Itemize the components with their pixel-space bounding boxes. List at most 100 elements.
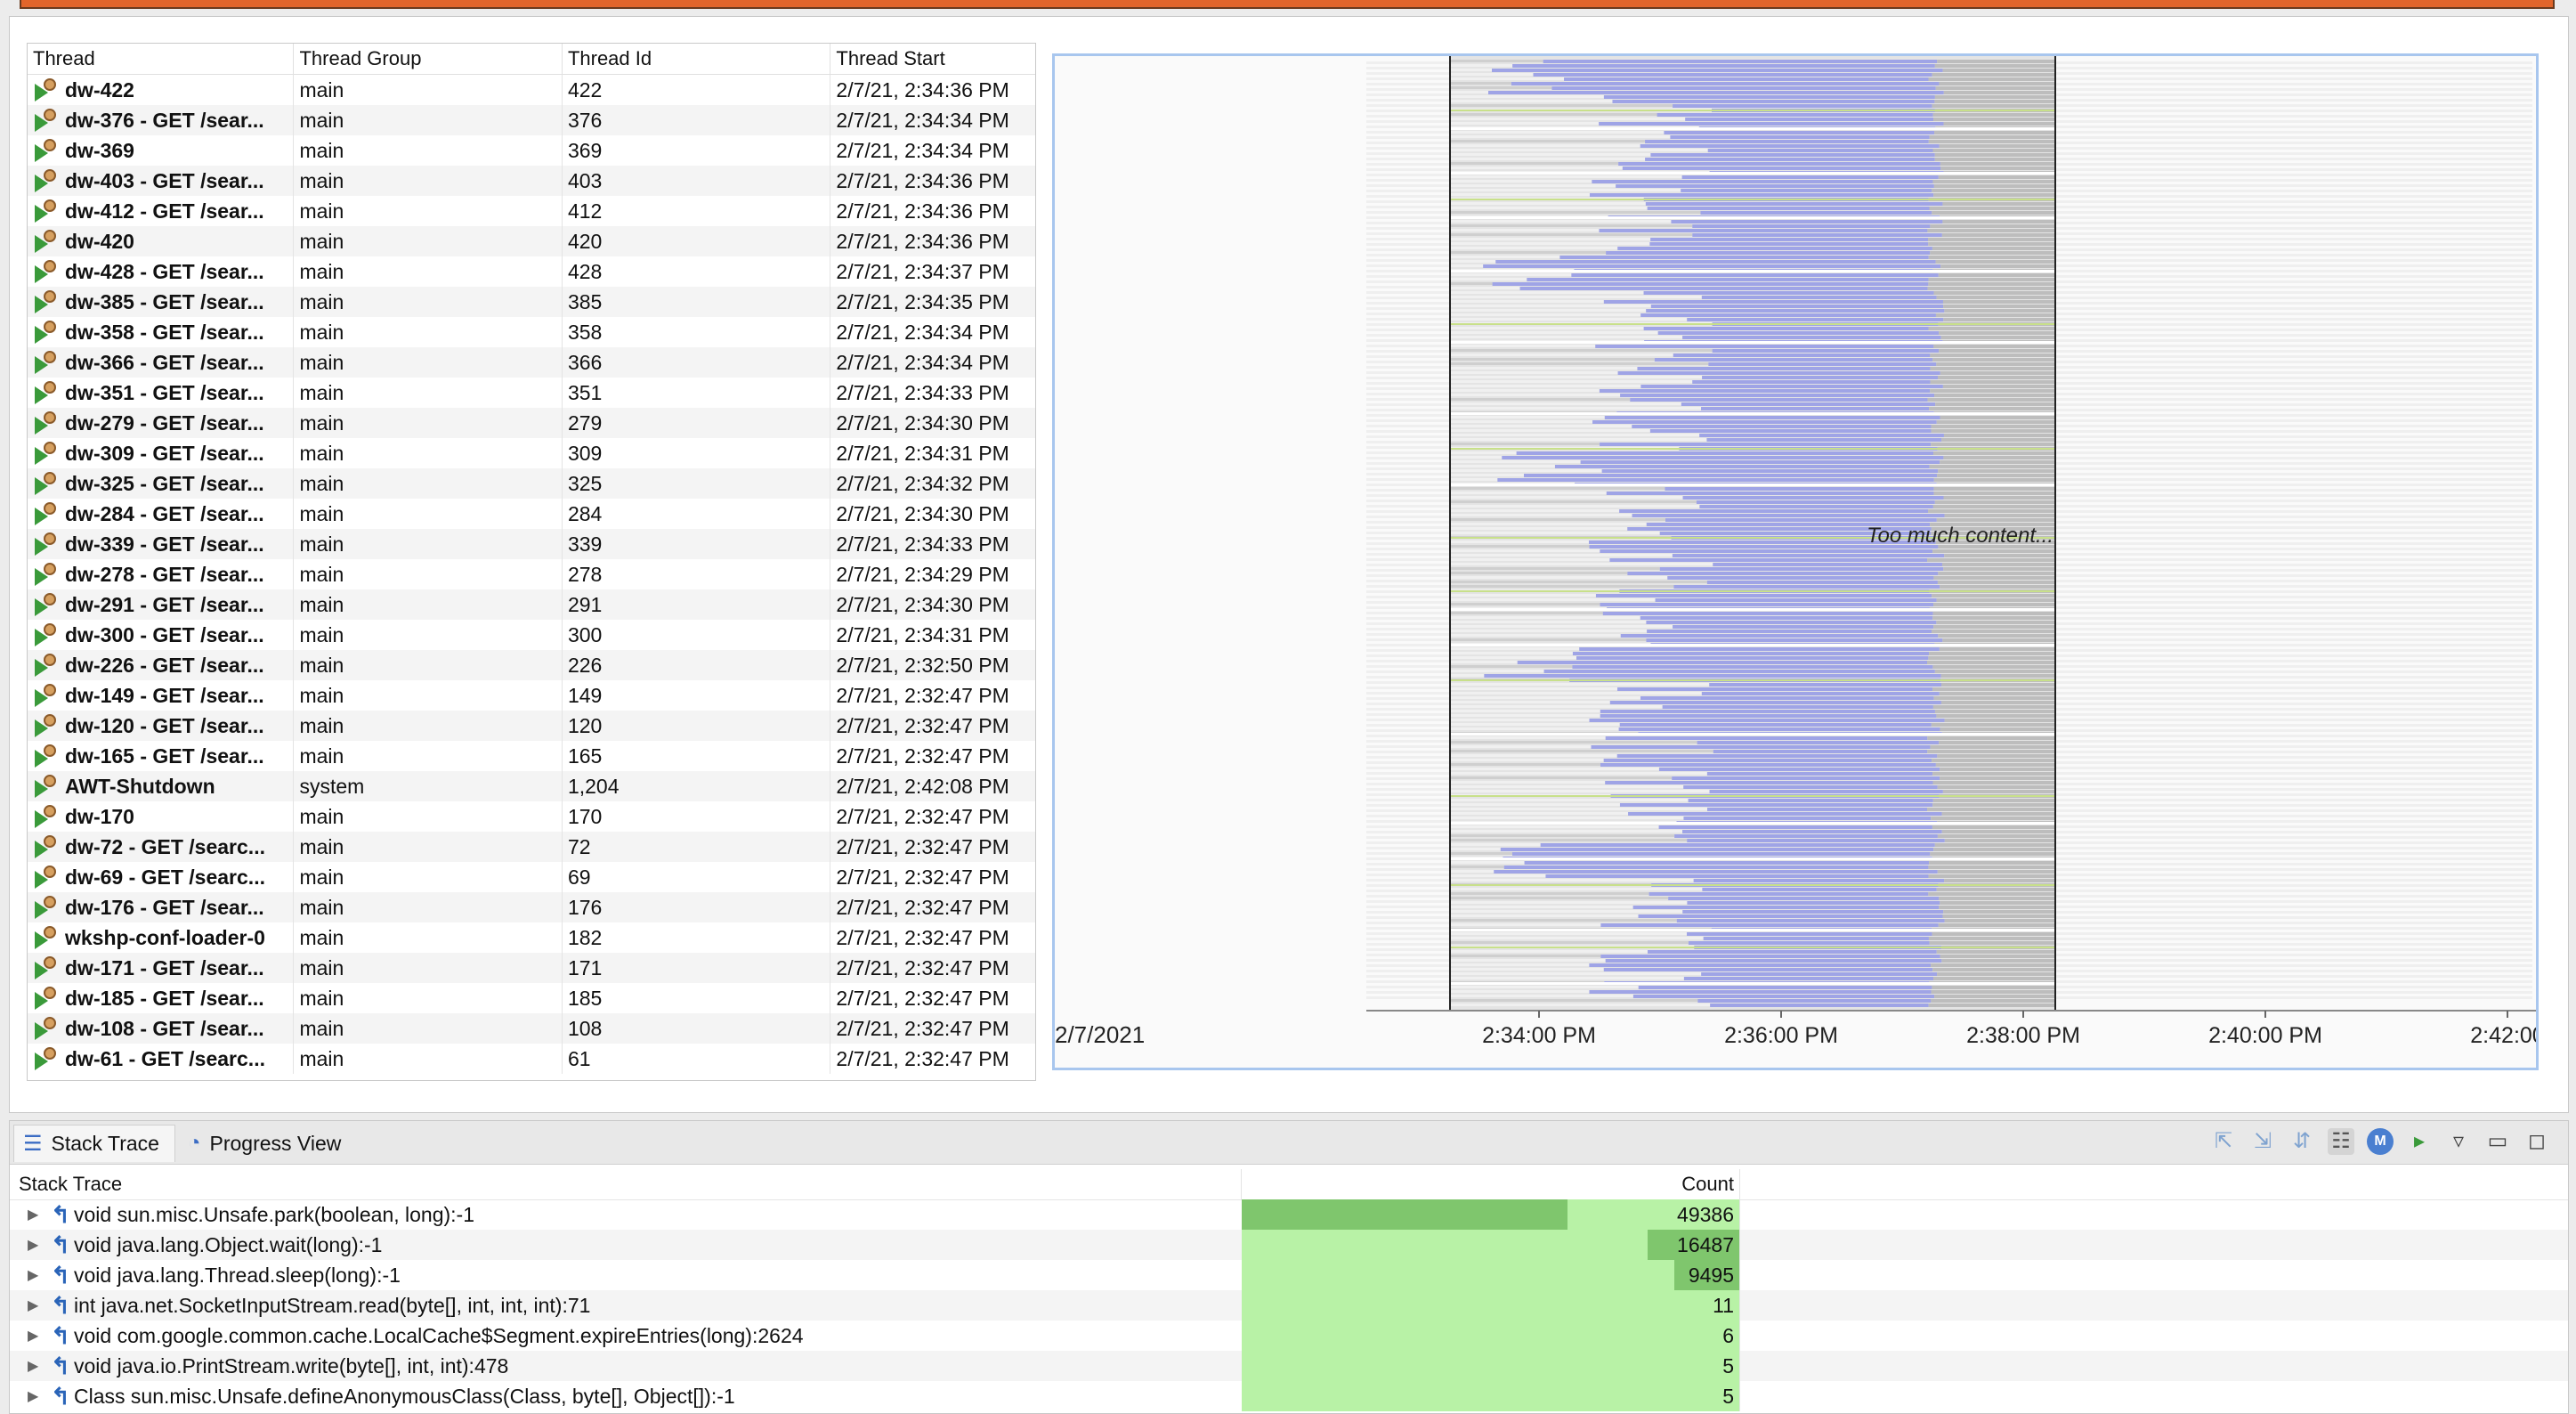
thread-row[interactable]: dw-61 - GET /searc... main 61 2/7/21, 2:32:…	[28, 1044, 1035, 1074]
thread-table[interactable]: Thread Thread Group Thread Id Thread Sta…	[27, 43, 1036, 1081]
col-thread-start[interactable]: Thread Start	[830, 44, 1035, 74]
group-icon[interactable]: ⇲	[2249, 1128, 2276, 1155]
stack-trace-row[interactable]: ▶ ↰ void java.lang.Object.wait(long):-1 164…	[10, 1230, 2568, 1260]
count-cell: 16487	[1242, 1230, 1740, 1260]
thread-row[interactable]: dw-300 - GET /sear... main 300 2/7/21, 2:34…	[28, 620, 1035, 650]
col-count[interactable]: Count	[1242, 1169, 1740, 1199]
idle-segment	[1450, 509, 1620, 512]
row-gap	[1450, 929, 2055, 931]
activity-segment	[1603, 95, 1935, 99]
thread-row[interactable]: dw-376 - GET /sear... main 376 2/7/21, 2:34…	[28, 105, 1035, 135]
activity-segment	[1692, 224, 1931, 228]
col-thread-group[interactable]: Thread Group	[294, 44, 563, 74]
stack-trace-row[interactable]: ▶ ↰ void java.io.PrintStream.write(byte[],…	[10, 1351, 2568, 1381]
wait-segment	[1932, 781, 2055, 784]
thread-row[interactable]: dw-369 main 369 2/7/21, 2:34:34 PM	[28, 135, 1035, 166]
thread-name-cell: dw-309 - GET /sear...	[28, 438, 295, 468]
thread-row[interactable]: dw-351 - GET /sear... main 351 2/7/21, 2:34…	[28, 378, 1035, 408]
expand-arrow-icon[interactable]: ▶	[28, 1387, 47, 1405]
tree-icon[interactable]: ☷	[2328, 1128, 2354, 1155]
activity-segment	[1599, 122, 1944, 126]
thread-row[interactable]: dw-165 - GET /sear... main 165 2/7/21, 2:32…	[28, 741, 1035, 771]
idle-segment	[1450, 839, 1688, 841]
wait-segment	[1934, 843, 2055, 847]
thread-row[interactable]: dw-69 - GET /searc... main 69 2/7/21, 2:32:…	[28, 862, 1035, 892]
idle-segment	[1450, 202, 1646, 205]
thread-id-cell: 351	[563, 378, 831, 408]
thread-row[interactable]: dw-120 - GET /sear... main 120 2/7/21, 2:32…	[28, 711, 1035, 741]
thread-group-cell: main	[294, 650, 563, 680]
thread-row[interactable]: dw-72 - GET /searc... main 72 2/7/21, 2:32:…	[28, 832, 1035, 862]
thread-row[interactable]: dw-279 - GET /sear... main 279 2/7/21, 2:34…	[28, 408, 1035, 438]
thread-name-cell: dw-358 - GET /sear...	[28, 317, 295, 347]
thread-row[interactable]: dw-422 main 422 2/7/21, 2:34:36 PM	[28, 75, 1035, 105]
expand-arrow-icon[interactable]: ▶	[28, 1236, 47, 1254]
sort-icon[interactable]: ⇵	[2288, 1128, 2315, 1155]
filter-icon[interactable]: ⇱	[2210, 1128, 2237, 1155]
thread-row[interactable]: dw-170 main 170 2/7/21, 2:32:47 PM	[28, 801, 1035, 832]
thread-timeline-chart[interactable]: Too much content... 2/7/2021 2:34:00 PM 2:3…	[1052, 53, 2539, 1070]
thread-icon	[33, 349, 61, 376]
tab-progress-view[interactable]: ◔ Progress View	[179, 1125, 366, 1162]
expand-arrow-icon[interactable]: ▶	[28, 1357, 47, 1375]
method-icon[interactable]: M	[2367, 1128, 2394, 1155]
stack-trace-row[interactable]: ▶ ↰ void com.google.common.cache.LocalCach…	[10, 1321, 2568, 1351]
activity-segment	[1658, 768, 1940, 771]
thread-row[interactable]: dw-108 - GET /sear... main 108 2/7/21, 2:32…	[28, 1013, 1035, 1044]
activity-segment	[1699, 505, 1933, 508]
thread-row[interactable]: AWT-Shutdown system 1,204 2/7/21, 2:42:08 P…	[28, 771, 1035, 801]
thread-row[interactable]: dw-403 - GET /sear... main 403 2/7/21, 2:34…	[28, 166, 1035, 196]
thread-row[interactable]: dw-171 - GET /sear... main 171 2/7/21, 2:32…	[28, 953, 1035, 983]
thread-row[interactable]: dw-309 - GET /sear... main 309 2/7/21, 2:34…	[28, 438, 1035, 468]
col-thread-id[interactable]: Thread Id	[563, 44, 831, 74]
maximize-icon[interactable]: ◻	[2523, 1128, 2550, 1155]
thread-row[interactable]: dw-412 - GET /sear... main 412 2/7/21, 2:34…	[28, 196, 1035, 226]
expand-arrow-icon[interactable]: ▶	[28, 1266, 47, 1284]
stack-trace-row[interactable]: ▶ ↰ void sun.misc.Unsafe.park(boolean, lon…	[10, 1199, 2568, 1230]
stack-frame-cell: ▶ ↰ void com.google.common.cache.LocalCach…	[10, 1321, 1242, 1351]
thread-row[interactable]: dw-325 - GET /sear... main 325 2/7/21, 2:34…	[28, 468, 1035, 499]
activity-segment	[1616, 184, 1934, 188]
idle-segment	[1450, 336, 1683, 338]
thread-row[interactable]: dw-226 - GET /sear... main 226 2/7/21, 2:32…	[28, 650, 1035, 680]
expand-arrow-icon[interactable]: ▶	[28, 1206, 47, 1223]
thread-row[interactable]: dw-284 - GET /sear... main 284 2/7/21, 2:34…	[28, 499, 1035, 529]
thread-icon	[33, 167, 61, 194]
stack-trace-row[interactable]: ▶ ↰ Class sun.misc.Unsafe.defineAnonymousC…	[10, 1381, 2568, 1411]
thread-row[interactable]: dw-339 - GET /sear... main 339 2/7/21, 2:34…	[28, 529, 1035, 559]
thread-row[interactable]: dw-358 - GET /sear... main 358 2/7/21, 2:34…	[28, 317, 1035, 347]
thread-row[interactable]: dw-366 - GET /sear... main 366 2/7/21, 2:34…	[28, 347, 1035, 378]
activity-segment	[1685, 118, 1934, 121]
expand-arrow-icon[interactable]: ▶	[28, 1296, 47, 1314]
minimize-icon[interactable]: ▭	[2484, 1128, 2511, 1155]
menu-icon[interactable]: ▿	[2445, 1128, 2472, 1155]
col-stack-trace[interactable]: Stack Trace	[10, 1169, 1242, 1199]
expand-arrow-icon[interactable]: ▶	[28, 1327, 47, 1345]
activity-segment	[1703, 937, 1929, 940]
tab-stack-trace[interactable]: ☰ Stack Trace	[13, 1125, 175, 1162]
thread-row[interactable]: dw-149 - GET /sear... main 149 2/7/21, 2:32…	[28, 680, 1035, 711]
thread-id-cell: 428	[563, 256, 831, 287]
idle-segment	[1450, 906, 1633, 908]
thread-row[interactable]: dw-428 - GET /sear... main 428 2/7/21, 2:34…	[28, 256, 1035, 287]
stack-trace-row[interactable]: ▶ ↰ void java.lang.Thread.sleep(long):-1 94…	[10, 1260, 2568, 1290]
separator-line	[1450, 947, 2055, 948]
thread-row[interactable]: dw-278 - GET /sear... main 278 2/7/21, 2:34…	[28, 559, 1035, 589]
thread-row[interactable]: wkshp-conf-loader-0 main 182 2/7/21, 2:32:4…	[28, 922, 1035, 953]
thread-row[interactable]: dw-420 main 420 2/7/21, 2:34:36 PM	[28, 226, 1035, 256]
idle-segment	[1450, 291, 1644, 294]
stack-trace-row[interactable]: ▶ ↰ int java.net.SocketInputStream.read(by…	[10, 1290, 2568, 1321]
wait-segment	[1933, 291, 2055, 295]
thread-row[interactable]: dw-385 - GET /sear... main 385 2/7/21, 2:34…	[28, 287, 1035, 317]
thread-row[interactable]: dw-291 - GET /sear... main 291 2/7/21, 2:34…	[28, 589, 1035, 620]
thread-row[interactable]: dw-176 - GET /sear... main 176 2/7/21, 2:32…	[28, 892, 1035, 922]
thread-icon	[33, 470, 61, 497]
thread-row[interactable]: dw-185 - GET /sear... main 185 2/7/21, 2:32…	[28, 983, 1035, 1013]
thread-icon[interactable]: ▸	[2406, 1128, 2433, 1155]
idle-segment	[1450, 233, 1693, 236]
idle-segment	[1450, 69, 1492, 71]
activity-segment	[1603, 300, 1943, 304]
activity-segment	[1701, 692, 1940, 695]
col-thread[interactable]: Thread	[28, 44, 295, 74]
activity-segment	[1655, 598, 1937, 602]
